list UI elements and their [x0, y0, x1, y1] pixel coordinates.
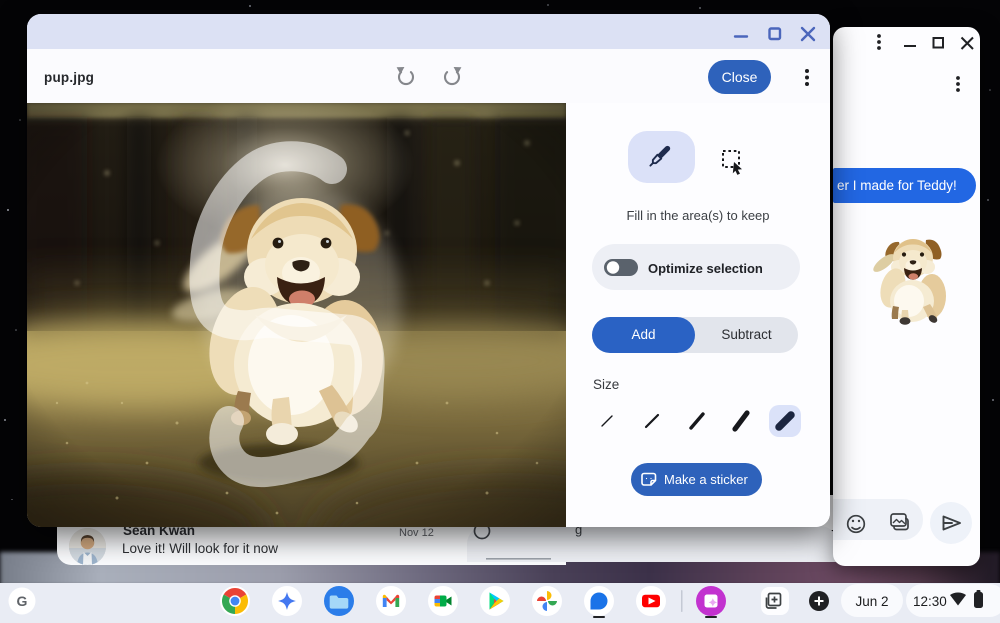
svg-text:G: G	[17, 593, 28, 609]
svg-text:Jun 2: Jun 2	[855, 594, 888, 609]
svg-text:g: g	[575, 526, 582, 537]
svg-text:12:30: 12:30	[913, 594, 947, 609]
